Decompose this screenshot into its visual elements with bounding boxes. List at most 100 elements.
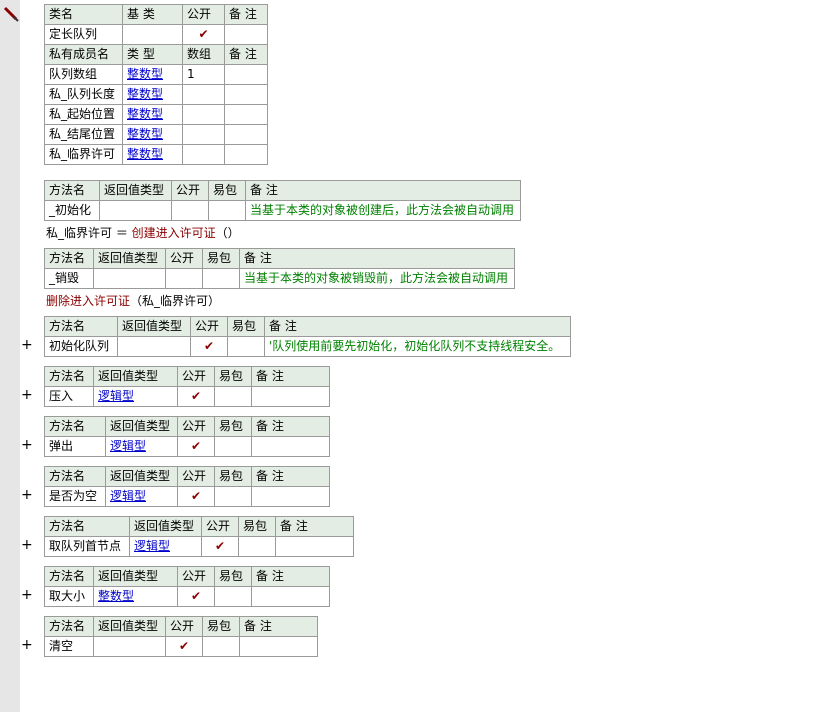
member-array-cell[interactable] — [182, 84, 225, 105]
easy-pack-cell[interactable] — [214, 586, 252, 607]
method-note-cell[interactable] — [251, 486, 330, 507]
header-easy-pack: 易包 — [202, 248, 240, 269]
member-type-cell[interactable]: 整数型 — [122, 124, 183, 145]
code-line-delete-permit[interactable]: 删除进入许可证（私_临界许可） — [46, 292, 220, 310]
method-name-cell[interactable]: 压入 — [44, 386, 94, 407]
method-note-cell[interactable] — [275, 536, 354, 557]
return-type-cell[interactable]: 整数型 — [93, 586, 178, 607]
member-type-cell[interactable]: 整数型 — [122, 64, 183, 85]
expand-plus-icon[interactable]: + — [21, 338, 33, 352]
public-check-cell[interactable] — [171, 200, 209, 221]
easy-pack-cell[interactable] — [214, 486, 252, 507]
member-type-cell[interactable]: 整数型 — [122, 104, 183, 125]
method-note-cell[interactable] — [239, 636, 318, 657]
type-link[interactable]: 逻辑型 — [110, 439, 146, 453]
method-name-cell[interactable]: _初始化 — [44, 200, 100, 221]
method-name-cell[interactable]: 取大小 — [44, 586, 94, 607]
method-note-cell[interactable]: 当基于本类的对象被创建后，此方法会被自动调用 — [245, 200, 521, 221]
expand-plus-icon[interactable]: + — [21, 588, 33, 602]
member-array-cell[interactable] — [182, 144, 225, 165]
member-note-cell[interactable] — [224, 144, 268, 165]
type-link[interactable]: 整数型 — [127, 67, 163, 81]
expand-plus-icon[interactable]: + — [21, 638, 33, 652]
type-link[interactable]: 逻辑型 — [110, 489, 146, 503]
type-link[interactable]: 整数型 — [98, 589, 134, 603]
member-name-cell[interactable]: 队列数组 — [44, 64, 123, 85]
public-check-cell[interactable]: ✔ — [177, 386, 215, 407]
code-args: （） — [215, 226, 240, 240]
header-easy-pack: 易包 — [208, 180, 246, 201]
method-name-cell[interactable]: 清空 — [44, 636, 94, 657]
expand-plus-icon[interactable]: + — [21, 438, 33, 452]
header-note: 备 注 — [251, 566, 330, 587]
type-link[interactable]: 整数型 — [127, 147, 163, 161]
return-type-cell[interactable]: 逻辑型 — [105, 486, 178, 507]
public-check-cell[interactable]: ✔ — [177, 436, 215, 457]
easy-pack-cell[interactable] — [208, 200, 246, 221]
code-line-create-permit[interactable]: 私_临界许可 ＝ 创建进入许可证（） — [46, 224, 240, 242]
type-link[interactable]: 逻辑型 — [98, 389, 134, 403]
easy-pack-cell[interactable] — [214, 436, 252, 457]
note-cell[interactable] — [224, 24, 268, 45]
base-class-cell[interactable] — [122, 24, 183, 45]
type-link[interactable]: 逻辑型 — [134, 539, 170, 553]
member-array-cell[interactable] — [182, 104, 225, 125]
code-function: 创建进入许可证 — [131, 226, 216, 240]
return-type-cell[interactable]: 逻辑型 — [129, 536, 202, 557]
expand-plus-icon[interactable]: + — [21, 488, 33, 502]
easy-pack-cell[interactable] — [202, 268, 240, 289]
easy-pack-cell[interactable] — [238, 536, 276, 557]
public-check-cell[interactable]: ✔ — [177, 586, 215, 607]
method-note-cell[interactable] — [251, 436, 330, 457]
method-name-cell[interactable]: 取队列首节点 — [44, 536, 130, 557]
public-check-cell[interactable]: ✔ — [177, 486, 215, 507]
method-name-cell[interactable]: 是否为空 — [44, 486, 106, 507]
easy-pack-cell[interactable] — [202, 636, 240, 657]
member-row: 私_结尾位置 整数型 — [44, 124, 268, 145]
editor-gutter — [0, 0, 20, 712]
method-note-cell[interactable] — [251, 386, 330, 407]
method-note-cell[interactable]: '队列使用前要先初始化，初始化队列不支持线程安全。 — [264, 336, 571, 357]
public-check-cell[interactable] — [165, 268, 203, 289]
public-check-cell[interactable]: ✔ — [201, 536, 239, 557]
method-name-cell[interactable]: _销毁 — [44, 268, 94, 289]
return-type-cell[interactable]: 逻辑型 — [105, 436, 178, 457]
member-array-cell[interactable] — [182, 124, 225, 145]
method-name-cell[interactable]: 初始化队列 — [44, 336, 118, 357]
type-link[interactable]: 整数型 — [127, 87, 163, 101]
member-name-cell[interactable]: 私_临界许可 — [44, 144, 123, 165]
header-method-name: 方法名 — [44, 466, 106, 487]
easy-pack-cell[interactable] — [227, 336, 265, 357]
public-check-cell[interactable]: ✔ — [190, 336, 228, 357]
easy-pack-cell[interactable] — [214, 386, 252, 407]
member-type-cell[interactable]: 整数型 — [122, 144, 183, 165]
method-note-cell[interactable]: 当基于本类的对象被销毁前，此方法会被自动调用 — [239, 268, 515, 289]
return-type-cell[interactable] — [117, 336, 191, 357]
member-note-cell[interactable] — [224, 124, 268, 145]
public-check-cell[interactable]: ✔ — [165, 636, 203, 657]
return-type-cell[interactable] — [93, 268, 166, 289]
type-link[interactable]: 整数型 — [127, 107, 163, 121]
expand-plus-icon[interactable]: + — [21, 388, 33, 402]
member-note-cell[interactable] — [224, 104, 268, 125]
method-table: 方法名 返回值类型 公开 易包备 注 _销毁 当基于本类的对象被销毁前，此方法会被自动调用 — [44, 248, 515, 289]
member-name-cell[interactable]: 私_结尾位置 — [44, 124, 123, 145]
return-type-cell[interactable]: 逻辑型 — [93, 386, 178, 407]
return-type-cell[interactable] — [93, 636, 166, 657]
method-name-cell[interactable]: 弹出 — [44, 436, 106, 457]
member-type-cell[interactable]: 整数型 — [122, 84, 183, 105]
member-name-cell[interactable]: 私_起始位置 — [44, 104, 123, 125]
member-name-cell[interactable]: 私_队列长度 — [44, 84, 123, 105]
type-link[interactable]: 整数型 — [127, 127, 163, 141]
member-note-cell[interactable] — [224, 64, 268, 85]
member-note-cell[interactable] — [224, 84, 268, 105]
return-type-cell[interactable] — [99, 200, 172, 221]
public-check-cell[interactable]: ✔ — [182, 24, 225, 45]
method-note-cell[interactable] — [251, 586, 330, 607]
method-row: 是否为空 逻辑型 ✔ — [44, 486, 330, 507]
expand-plus-icon[interactable]: + — [21, 538, 33, 552]
header-note: 备 注 — [251, 416, 330, 437]
member-array-cell[interactable]: 1 — [182, 64, 225, 85]
class-name-cell[interactable]: 定长队列 — [44, 24, 123, 45]
method-row: 压入 逻辑型 ✔ — [44, 386, 330, 407]
